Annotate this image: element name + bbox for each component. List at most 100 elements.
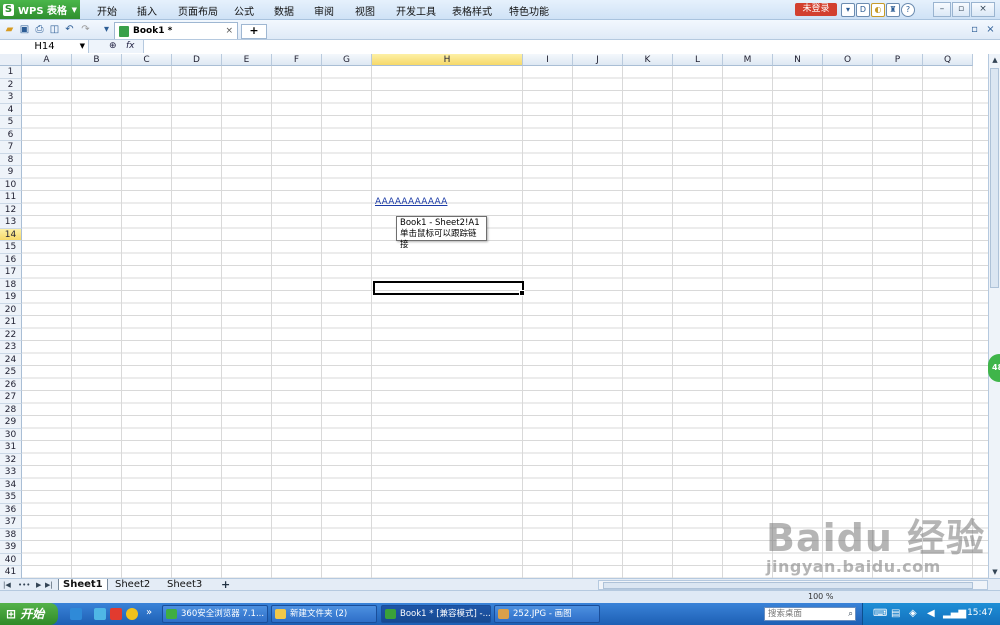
- select-all-corner[interactable]: [0, 54, 22, 66]
- column-header-i[interactable]: I: [523, 54, 573, 66]
- horizontal-scroll-thumb[interactable]: [603, 582, 973, 589]
- row-header-27[interactable]: 27: [0, 391, 22, 404]
- column-header-j[interactable]: J: [573, 54, 623, 66]
- column-header-q[interactable]: Q: [923, 54, 973, 66]
- menu-formulas[interactable]: 公式: [234, 3, 254, 18]
- close-tab-icon[interactable]: ×: [225, 26, 233, 36]
- wps-app-menu-button[interactable]: S WPS 表格 ▼: [0, 0, 80, 19]
- column-header-l[interactable]: L: [673, 54, 723, 66]
- column-header-c[interactable]: C: [122, 54, 172, 66]
- vertical-scrollbar[interactable]: ▲ ▼: [988, 54, 1000, 578]
- row-header-31[interactable]: 31: [0, 441, 22, 454]
- column-header-a[interactable]: A: [22, 54, 72, 66]
- zoom-level[interactable]: 100 %: [808, 592, 833, 601]
- row-header-30[interactable]: 30: [0, 428, 22, 441]
- name-box[interactable]: H14 ▼: [1, 40, 89, 53]
- menu-developer[interactable]: 开发工具: [396, 3, 436, 18]
- row-header-20[interactable]: 20: [0, 303, 22, 316]
- row-header-19[interactable]: 19: [0, 291, 22, 304]
- row-header-5[interactable]: 5: [0, 116, 22, 129]
- start-button[interactable]: ⊞ 开始: [0, 603, 58, 625]
- row-header-12[interactable]: 12: [0, 203, 22, 216]
- column-header-b[interactable]: B: [72, 54, 122, 66]
- save-icon[interactable]: ▣: [18, 23, 31, 36]
- menu-page-layout[interactable]: 页面布局: [178, 3, 218, 18]
- insert-function-icon[interactable]: fx: [126, 40, 135, 53]
- hyperlink-cell-h7[interactable]: AAAAAAAAAAA: [375, 197, 447, 207]
- column-header-h[interactable]: H: [372, 54, 523, 66]
- row-header-41[interactable]: 41: [0, 566, 22, 578]
- taskbar-button-folder[interactable]: 新建文件夹 (2): [271, 605, 377, 623]
- row-header-2[interactable]: 2: [0, 78, 22, 91]
- print-preview-icon[interactable]: ◫: [48, 23, 61, 36]
- column-header-n[interactable]: N: [773, 54, 823, 66]
- float-badge[interactable]: 48: [988, 354, 1000, 382]
- menu-features[interactable]: 特色功能: [509, 3, 549, 18]
- row-header-10[interactable]: 10: [0, 178, 22, 191]
- app-quicklaunch-icon[interactable]: [110, 608, 122, 620]
- theme-icon[interactable]: ◐: [871, 3, 885, 17]
- row-header-13[interactable]: 13: [0, 216, 22, 229]
- network-icon[interactable]: ▤: [891, 608, 900, 619]
- fill-handle[interactable]: [519, 290, 525, 296]
- redo-icon[interactable]: ↷: [79, 23, 92, 36]
- desktop-search-input[interactable]: 搜索桌面 ⌕: [764, 607, 856, 621]
- row-header-23[interactable]: 23: [0, 341, 22, 354]
- help-icon[interactable]: ?: [901, 3, 915, 17]
- column-header-o[interactable]: O: [823, 54, 873, 66]
- taskbar-button-wps[interactable]: Book1 * [兼容模式] -...: [381, 605, 491, 623]
- column-header-p[interactable]: P: [873, 54, 923, 66]
- row-header-3[interactable]: 3: [0, 91, 22, 104]
- active-cell-h14[interactable]: [373, 281, 525, 296]
- scroll-down-icon[interactable]: ▼: [990, 567, 1000, 577]
- row-header-24[interactable]: 24: [0, 353, 22, 366]
- column-header-k[interactable]: K: [623, 54, 673, 66]
- column-header-m[interactable]: M: [723, 54, 773, 66]
- row-header-16[interactable]: 16: [0, 253, 22, 266]
- row-header-32[interactable]: 32: [0, 453, 22, 466]
- taskbar-button-browser[interactable]: 360安全浏览器 7.1...: [162, 605, 268, 623]
- volume-icon[interactable]: ◀: [927, 608, 935, 619]
- more-quicklaunch-icon[interactable]: »: [146, 607, 152, 618]
- column-header-f[interactable]: F: [272, 54, 322, 66]
- vertical-scroll-thumb[interactable]: [990, 68, 999, 288]
- skin-icon[interactable]: D: [856, 3, 870, 17]
- close-doc-icon[interactable]: ×: [984, 23, 997, 36]
- print-icon[interactable]: ⎙: [33, 23, 46, 36]
- menu-data[interactable]: 数据: [274, 3, 294, 18]
- close-window-button[interactable]: ×: [971, 2, 995, 17]
- column-header-d[interactable]: D: [172, 54, 222, 66]
- row-header-6[interactable]: 6: [0, 128, 22, 141]
- keyboard-icon[interactable]: ⌨: [873, 608, 887, 619]
- restore-doc-icon[interactable]: ▫: [968, 23, 981, 36]
- row-header-1[interactable]: 1: [0, 66, 22, 79]
- horizontal-scrollbar[interactable]: [598, 580, 988, 590]
- worksheet-grid[interactable]: ABCDEFGHIJKLMNOPQ 1 2 3 4 5 6 7 8 9 10 11 12 13 14 15 1…: [0, 54, 988, 578]
- row-header-29[interactable]: 29: [0, 416, 22, 429]
- row-header-28[interactable]: 28: [0, 403, 22, 416]
- gift-icon[interactable]: ♜: [886, 3, 900, 17]
- ie-icon[interactable]: [94, 608, 106, 620]
- column-header-e[interactable]: E: [222, 54, 272, 66]
- row-header-7[interactable]: 7: [0, 141, 22, 154]
- show-desktop-icon[interactable]: [70, 608, 82, 620]
- row-header-15[interactable]: 15: [0, 241, 22, 254]
- row-header-21[interactable]: 21: [0, 316, 22, 329]
- row-header-11[interactable]: 11: [0, 191, 22, 204]
- collapse-ribbon-icon[interactable]: ▾: [841, 3, 855, 17]
- row-header-37[interactable]: 37: [0, 516, 22, 529]
- row-header-4[interactable]: 4: [0, 103, 22, 116]
- row-header-39[interactable]: 39: [0, 541, 22, 554]
- undo-icon[interactable]: ↶: [63, 23, 76, 36]
- scroll-up-icon[interactable]: ▲: [990, 55, 1000, 65]
- signal-icon[interactable]: ▂▄▆: [943, 608, 966, 619]
- row-header-25[interactable]: 25: [0, 366, 22, 379]
- security-icon[interactable]: ◈: [909, 608, 917, 619]
- new-tab-button[interactable]: +: [241, 24, 267, 39]
- row-header-40[interactable]: 40: [0, 553, 22, 566]
- row-header-8[interactable]: 8: [0, 153, 22, 166]
- qq-icon[interactable]: [126, 608, 138, 620]
- row-header-14[interactable]: 14: [0, 228, 22, 241]
- row-header-9[interactable]: 9: [0, 166, 22, 179]
- name-box-dropdown-icon[interactable]: ▼: [80, 40, 85, 53]
